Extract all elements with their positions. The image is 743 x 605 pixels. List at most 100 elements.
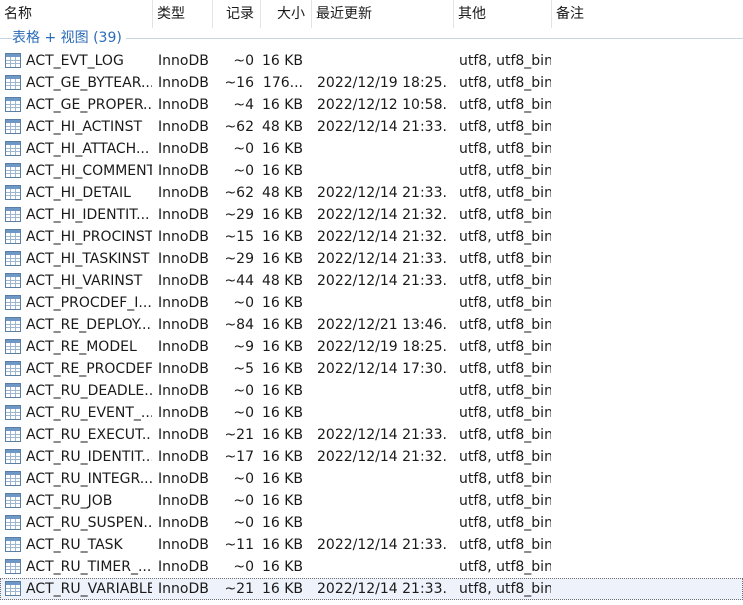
table-comment-cell (557, 556, 737, 578)
column-header-bar: 名称 ^ 类型 记录 大小 最近更新 其他 备注 (0, 0, 743, 28)
table-comment-cell (557, 512, 737, 534)
table-other-cell: utf8, utf8_bin (459, 559, 551, 575)
column-header-type[interactable]: 类型 (153, 0, 213, 28)
table-row[interactable]: ACT_RU_TIMER_... InnoDB ~0 16 KB utf8, utf8_… (0, 556, 743, 578)
column-header-rows-label: 记录 (226, 6, 254, 22)
table-size-cell: 16 KB (261, 295, 303, 311)
table-row[interactable]: ACT_GE_PROPER... InnoDB ~4 16 KB 2022/12/12 … (0, 94, 743, 116)
table-updated-cell: 2022/12/14 21:33... (317, 119, 447, 135)
table-updated-cell (317, 380, 447, 402)
table-name-cell: ACT_RU_DEADLE... (26, 383, 152, 399)
table-row[interactable]: ACT_RU_TASK InnoDB ~11 16 KB 2022/12/14 21:3… (0, 534, 743, 556)
table-updated-cell: 2022/12/19 18:25... (317, 75, 447, 91)
table-other-cell: utf8, utf8_bin (459, 317, 551, 333)
table-name-cell: ACT_RU_IDENTIT... (26, 449, 152, 465)
table-engine-cell: InnoDB (158, 229, 209, 245)
table-other-cell: utf8, utf8_bin (459, 53, 551, 69)
table-row[interactable]: ACT_HI_DETAIL InnoDB ~62 48 KB 2022/12/14 21… (0, 182, 743, 204)
table-row[interactable]: ACT_RU_SUSPEN... InnoDB ~0 16 KB utf8, utf8_… (0, 512, 743, 534)
table-engine-cell: InnoDB (158, 339, 209, 355)
table-row[interactable]: ACT_RE_MODEL InnoDB ~9 16 KB 2022/12/19 18:2… (0, 336, 743, 358)
table-comment-cell (557, 94, 737, 116)
table-row[interactable]: ACT_HI_TASKINST InnoDB ~29 16 KB 2022/12/14 … (0, 248, 743, 270)
table-comment-cell (557, 138, 737, 160)
column-header-comment[interactable]: 备注 (552, 0, 743, 28)
table-engine-cell: InnoDB (158, 119, 209, 135)
table-rows-cell: ~15 (224, 229, 254, 245)
table-comment-cell (557, 424, 737, 446)
table-engine-cell: InnoDB (158, 251, 209, 267)
table-name-cell: ACT_HI_ACTINST (26, 119, 143, 135)
column-header-name[interactable]: 名称 ^ (0, 0, 153, 28)
column-header-type-label: 类型 (157, 6, 185, 22)
column-header-size[interactable]: 大小 (261, 0, 312, 28)
table-size-cell: 16 KB (261, 471, 303, 487)
table-other-cell: utf8, utf8_bin (459, 163, 551, 179)
table-row[interactable]: ACT_RU_VARIABLE InnoDB ~21 16 KB 2022/12/14 … (0, 578, 743, 600)
table-size-cell: 16 KB (261, 449, 303, 465)
table-row[interactable]: ACT_RE_DEPLOY... InnoDB ~84 16 KB 2022/12/21… (0, 314, 743, 336)
table-other-cell: utf8, utf8_bin (459, 251, 551, 267)
table-rows-cell: ~17 (224, 449, 254, 465)
table-updated-cell (317, 468, 447, 490)
table-row[interactable]: ACT_HI_PROCINST InnoDB ~15 16 KB 2022/12/14 … (0, 226, 743, 248)
column-header-rows[interactable]: 记录 (213, 0, 261, 28)
table-row[interactable]: ACT_HI_IDENTIT... InnoDB ~29 16 KB 2022/12/1… (0, 204, 743, 226)
table-row[interactable]: ACT_RU_JOB InnoDB ~0 16 KB utf8, utf8_bin (0, 490, 743, 512)
table-row[interactable]: ACT_RU_INTEGR... InnoDB ~0 16 KB utf8, utf8_… (0, 468, 743, 490)
table-icon (5, 537, 21, 552)
table-other-cell: utf8, utf8_bin (459, 273, 551, 289)
table-row[interactable]: ACT_HI_ACTINST InnoDB ~62 48 KB 2022/12/14 2… (0, 116, 743, 138)
table-row[interactable]: ACT_HI_COMMENT InnoDB ~0 16 KB utf8, utf8_bi… (0, 160, 743, 182)
table-size-cell: 16 KB (261, 163, 303, 179)
table-row[interactable]: ACT_RU_EXECUT... InnoDB ~21 16 KB 2022/12/14… (0, 424, 743, 446)
table-comment-cell (557, 578, 737, 600)
table-rows-cell: ~0 (233, 163, 254, 179)
table-rows-cell: ~0 (233, 383, 254, 399)
table-icon (5, 471, 21, 486)
table-icon (5, 427, 21, 442)
table-row[interactable]: ACT_RU_EVENT_... InnoDB ~0 16 KB utf8, utf8_… (0, 402, 743, 424)
table-row[interactable]: ACT_EVT_LOG InnoDB ~0 16 KB utf8, utf8_bin (0, 50, 743, 72)
table-name-cell: ACT_HI_PROCINST (26, 229, 152, 245)
table-name-cell: ACT_RU_TIMER_... (26, 559, 152, 575)
table-size-cell: 16 KB (261, 559, 303, 575)
table-updated-cell: 2022/12/14 21:32... (317, 207, 447, 223)
table-name-cell: ACT_RU_INTEGR... (26, 471, 152, 487)
group-header[interactable]: 表格 + 视图 (39) (0, 28, 743, 50)
table-engine-cell: InnoDB (158, 427, 209, 443)
table-engine-cell: InnoDB (158, 581, 209, 597)
table-rows-cell: ~5 (233, 361, 254, 377)
table-other-cell: utf8, utf8_bin (459, 229, 551, 245)
column-header-other[interactable]: 其他 (454, 0, 552, 28)
table-comment-cell (557, 534, 737, 556)
table-size-cell: 48 KB (261, 273, 303, 289)
table-row[interactable]: ACT_RU_IDENTIT... InnoDB ~17 16 KB 2022/12/1… (0, 446, 743, 468)
table-row[interactable]: ACT_GE_BYTEAR... InnoDB ~16 176... 2022/12/1… (0, 72, 743, 94)
table-updated-cell: 2022/12/19 18:25... (317, 339, 447, 355)
table-icon (5, 493, 21, 508)
table-engine-cell: InnoDB (158, 559, 209, 575)
table-other-cell: utf8, utf8_bin (459, 471, 551, 487)
table-engine-cell: InnoDB (158, 537, 209, 553)
column-header-updated[interactable]: 最近更新 (312, 0, 454, 28)
table-name-cell: ACT_HI_TASKINST (26, 251, 150, 267)
table-icon (5, 559, 21, 574)
table-size-cell: 16 KB (261, 493, 303, 509)
table-engine-cell: InnoDB (158, 493, 209, 509)
table-updated-cell (317, 160, 447, 182)
table-engine-cell: InnoDB (158, 515, 209, 531)
table-size-cell: 48 KB (261, 119, 303, 135)
table-row[interactable]: ACT_RU_DEADLE... InnoDB ~0 16 KB utf8, utf8_… (0, 380, 743, 402)
table-name-cell: ACT_RU_VARIABLE (26, 581, 152, 597)
table-name-cell: ACT_PROCDEF_I... (26, 295, 152, 311)
table-engine-cell: InnoDB (158, 141, 209, 157)
table-other-cell: utf8, utf8_bin (459, 537, 551, 553)
table-name-cell: ACT_GE_PROPER... (26, 97, 152, 113)
table-updated-cell: 2022/12/14 21:33... (317, 251, 447, 267)
table-rows-cell: ~0 (233, 559, 254, 575)
table-row[interactable]: ACT_HI_ATTACH... InnoDB ~0 16 KB utf8, utf8_… (0, 138, 743, 160)
table-row[interactable]: ACT_RE_PROCDEF InnoDB ~5 16 KB 2022/12/14 17… (0, 358, 743, 380)
table-row[interactable]: ACT_HI_VARINST InnoDB ~44 48 KB 2022/12/14 2… (0, 270, 743, 292)
table-row[interactable]: ACT_PROCDEF_I... InnoDB ~0 16 KB utf8, utf8_… (0, 292, 743, 314)
